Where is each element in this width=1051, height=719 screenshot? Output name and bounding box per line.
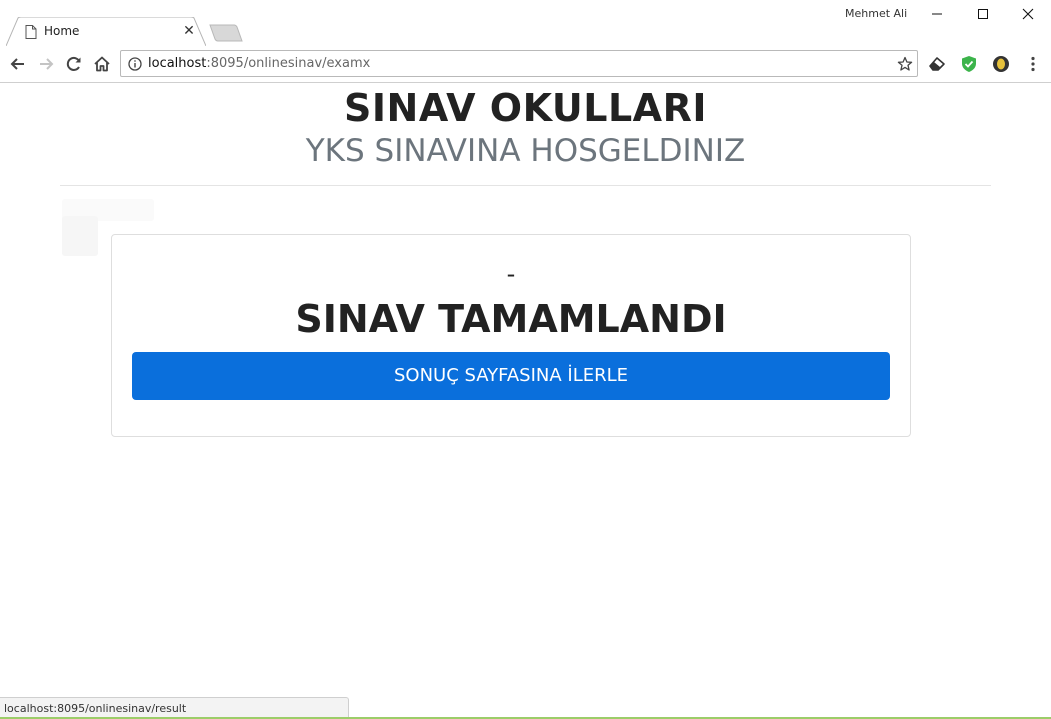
- tab-title: Home: [44, 24, 80, 38]
- go-to-results-button[interactable]: SONUÇ SAYFASINA İLERLE: [132, 352, 890, 400]
- forward-button[interactable]: [36, 54, 56, 74]
- back-arrow-icon: [10, 58, 24, 70]
- maximize-button[interactable]: [960, 0, 1006, 28]
- browser-menu-button[interactable]: [1023, 54, 1043, 74]
- eraser-extension[interactable]: [927, 54, 947, 74]
- maximize-icon: [978, 9, 988, 19]
- forward-arrow-icon: [40, 58, 54, 70]
- page-subtitle: YKS SINAVINA HOSGELDINIZ: [305, 133, 746, 169]
- menu-icon: [1031, 56, 1035, 72]
- browser-titlebar: Home ✕ Mehmet Ali: [0, 0, 1051, 46]
- eraser-icon: [929, 57, 945, 71]
- url-host: localhost: [148, 56, 207, 71]
- close-window-button[interactable]: [1005, 0, 1051, 28]
- exam-complete-heading: SINAV TAMAMLANDI: [295, 297, 727, 341]
- url-text[interactable]: localhost:8095/onlinesinav/examx: [148, 56, 370, 71]
- card-dash: -: [506, 260, 516, 288]
- reload-icon: [66, 56, 81, 71]
- browser-tab[interactable]: Home ✕: [6, 17, 206, 46]
- header-divider: [60, 185, 991, 186]
- status-bar: localhost:8095/onlinesinav/result: [0, 697, 349, 719]
- new-tab-button[interactable]: [208, 24, 244, 42]
- exam-complete-card: - SINAV TAMAMLANDI SONUÇ SAYFASINA İLERL…: [111, 234, 911, 437]
- faded-placeholder: [62, 216, 98, 256]
- close-icon: [1022, 8, 1034, 20]
- profile-name[interactable]: Mehmet Ali: [845, 7, 907, 20]
- star-icon[interactable]: [897, 56, 913, 72]
- reload-button[interactable]: [64, 54, 84, 74]
- shield-extension[interactable]: [959, 54, 979, 74]
- back-button[interactable]: [8, 54, 28, 74]
- coin-icon: [993, 56, 1009, 72]
- tab-close-icon[interactable]: ✕: [182, 23, 196, 37]
- coin-extension[interactable]: [991, 54, 1011, 74]
- status-url: localhost:8095/onlinesinav/result: [4, 702, 187, 715]
- page-icon: [25, 25, 37, 39]
- home-button[interactable]: [92, 54, 112, 74]
- page-title: SINAV OKULLARI: [344, 86, 707, 130]
- shield-icon: [962, 56, 976, 72]
- address-bar[interactable]: localhost:8095/onlinesinav/examx: [120, 50, 918, 77]
- minimize-icon: [932, 13, 942, 15]
- info-icon[interactable]: [128, 57, 142, 71]
- url-path: :8095/onlinesinav/examx: [206, 56, 371, 71]
- minimize-button[interactable]: [914, 0, 960, 28]
- browser-toolbar: localhost:8095/onlinesinav/examx: [0, 46, 1051, 83]
- home-icon: [94, 56, 110, 72]
